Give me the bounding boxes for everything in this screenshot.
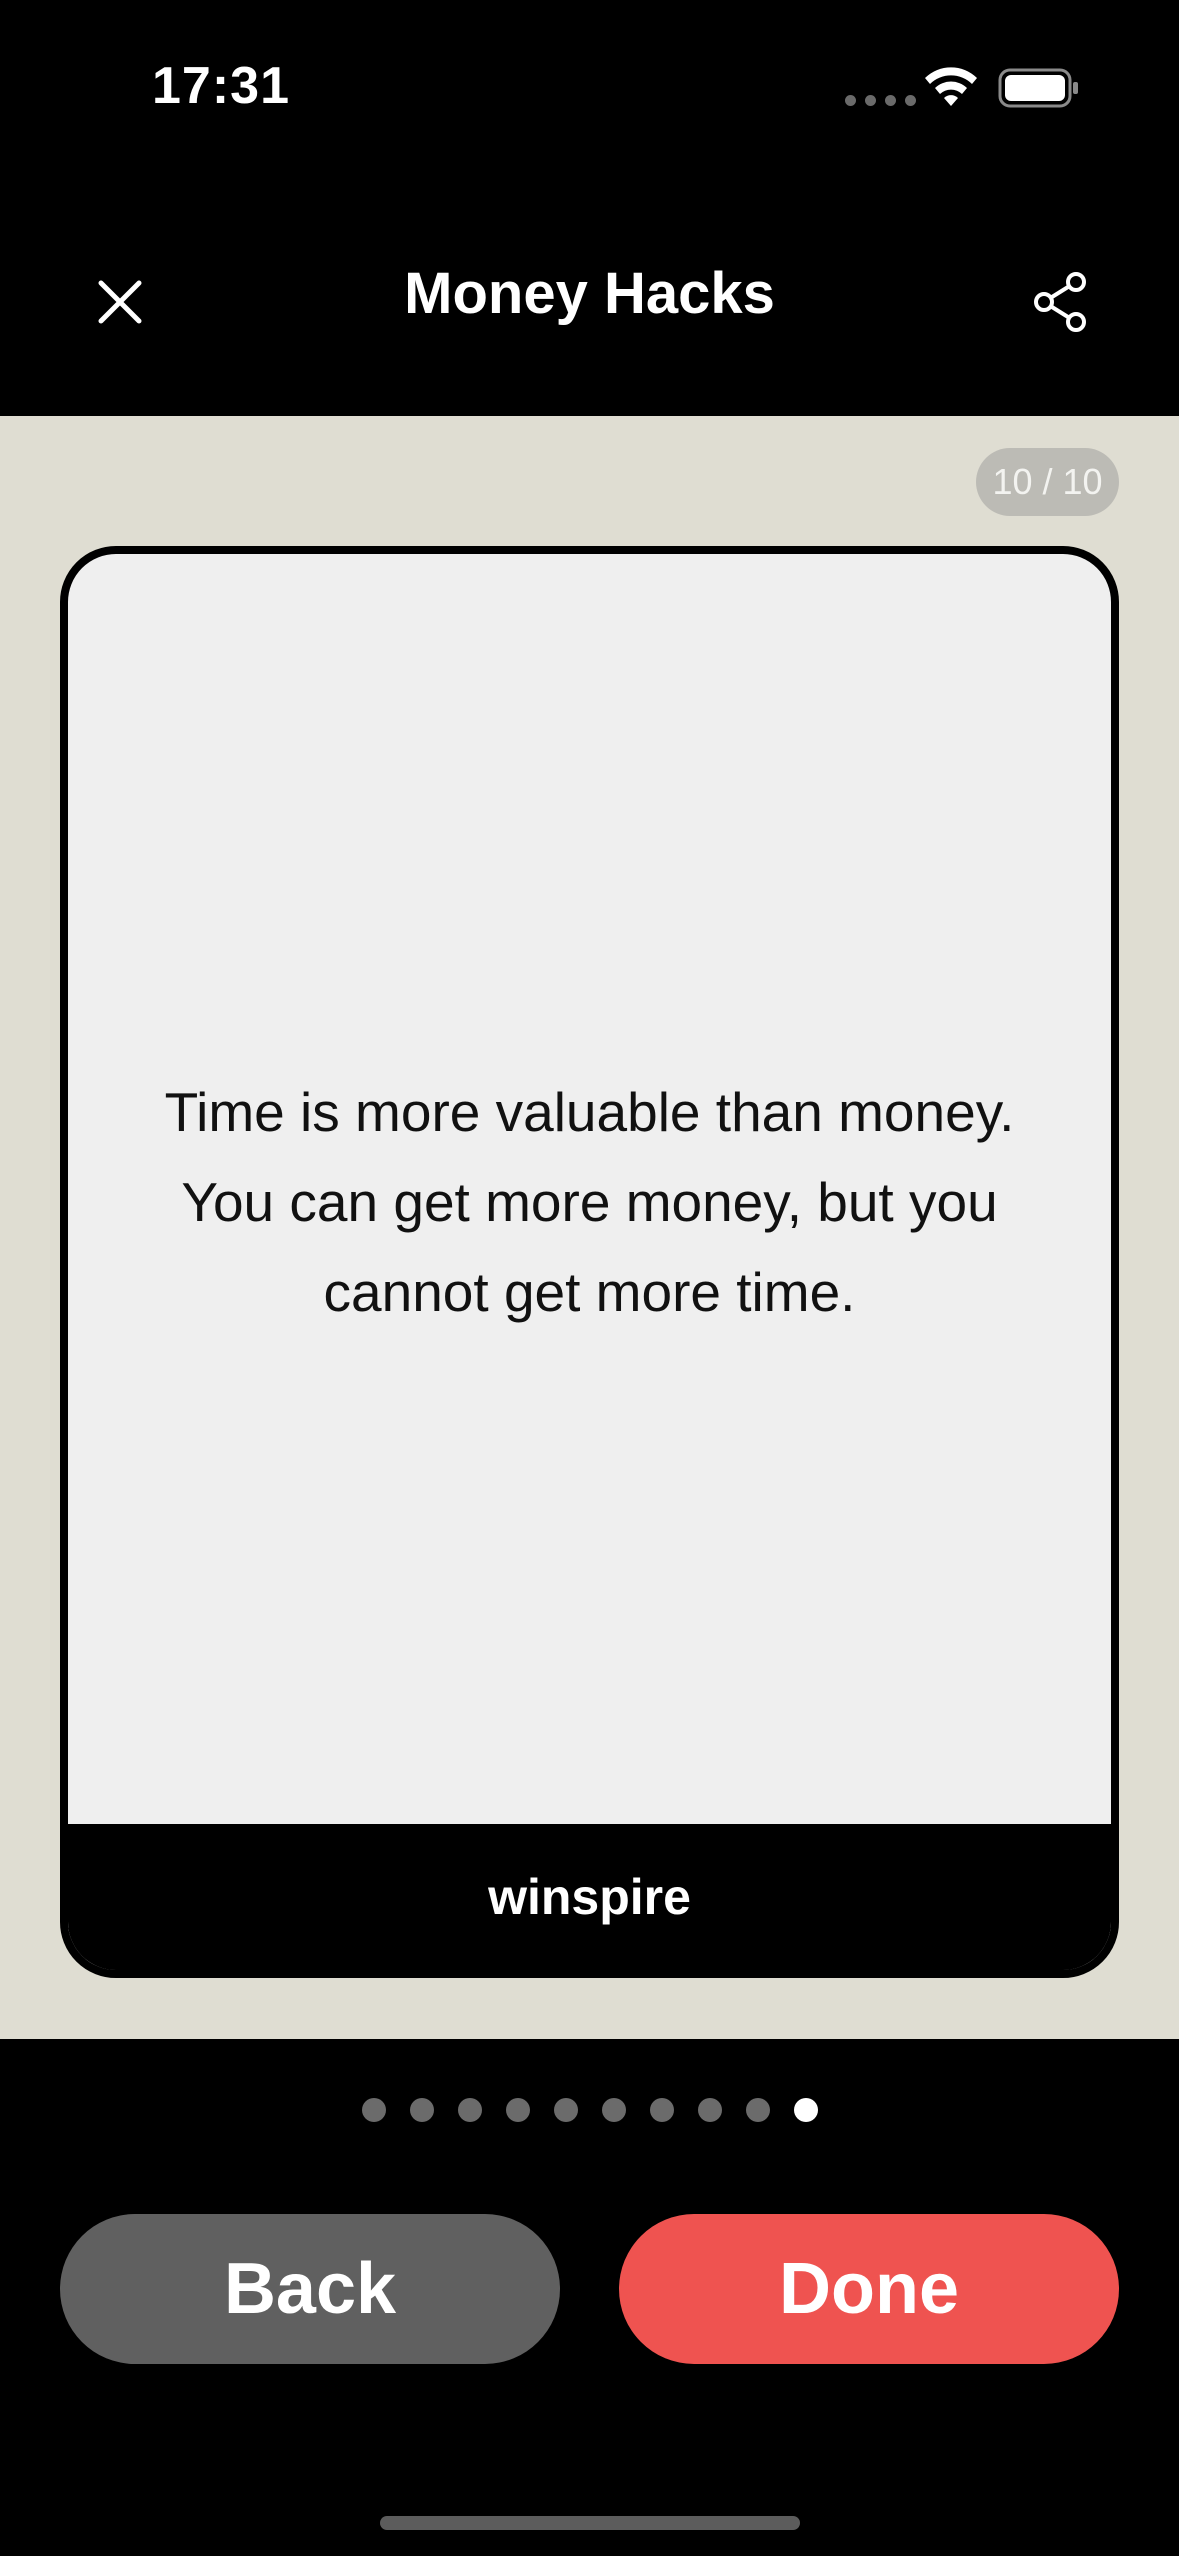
page-dot[interactable] xyxy=(601,2098,626,2122)
battery-icon xyxy=(998,68,1078,108)
card-viewer: 10 / 10 Time is more valuable than money… xyxy=(0,416,1179,2039)
back-button[interactable]: Back xyxy=(60,2214,560,2364)
page-indicator xyxy=(0,2098,1179,2126)
quote-card[interactable]: Time is more valuable than money. You ca… xyxy=(60,546,1119,1978)
cellular-signal-icon xyxy=(845,95,916,106)
nav-bar: Money Hacks xyxy=(0,230,1179,360)
page-dot-active[interactable] xyxy=(793,2098,818,2122)
page-dot[interactable] xyxy=(361,2098,386,2122)
share-icon xyxy=(1034,272,1086,332)
page-dot[interactable] xyxy=(505,2098,530,2122)
card-brand-footer: winspire xyxy=(68,1824,1111,1970)
page-dot[interactable] xyxy=(457,2098,482,2122)
page-title: Money Hacks xyxy=(404,261,775,326)
page-dot[interactable] xyxy=(553,2098,578,2122)
quote-text: Time is more valuable than money. You ca… xyxy=(164,1081,1015,1323)
page-dot[interactable] xyxy=(409,2098,434,2122)
done-button[interactable]: Done xyxy=(619,2214,1119,2364)
status-time: 17:31 xyxy=(152,57,290,115)
page-counter-badge: 10 / 10 xyxy=(976,448,1119,516)
page-dot[interactable] xyxy=(745,2098,770,2122)
wifi-icon xyxy=(925,67,977,106)
page-dot[interactable] xyxy=(649,2098,674,2122)
share-button[interactable] xyxy=(1018,262,1102,342)
status-bar: 17:31 xyxy=(0,0,1179,150)
home-indicator[interactable] xyxy=(380,2516,800,2530)
screen: 17:31 Money Hacks 10 / 10 Time is more v… xyxy=(0,0,1179,2556)
page-dot[interactable] xyxy=(697,2098,722,2122)
